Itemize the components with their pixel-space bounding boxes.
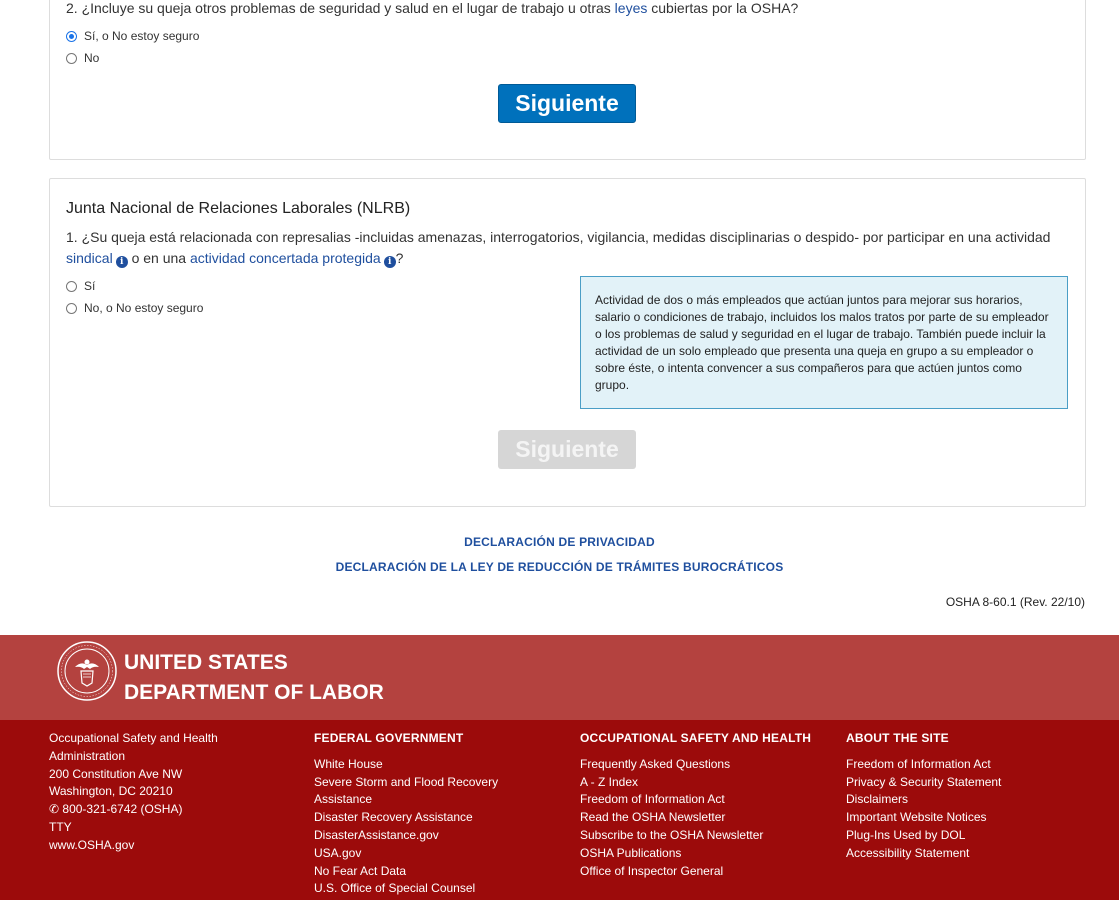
osha-question-card: 2. ¿Incluye su queja otros problemas de … [49,0,1086,160]
info-icon[interactable]: i [115,256,128,268]
footer-tty[interactable]: TTY [49,819,218,837]
footer-link[interactable]: A - Z Index [580,774,811,792]
footer-link[interactable]: No Fear Act Data [314,863,498,881]
radio-option-no[interactable]: No [66,51,99,65]
footer-link[interactable]: Assistance [314,791,498,809]
footer-column-heading: OCCUPATIONAL SAFETY AND HEALTH [580,731,812,745]
footer-link[interactable]: USA.gov [314,845,498,863]
footer-link[interactable]: U.S. Office of Special Counsel [314,880,498,898]
radio-button[interactable] [66,302,77,314]
footer-link[interactable]: Important Website Notices [846,809,1001,827]
footer-column-heading: FEDERAL GOVERNMENT [314,731,464,745]
privacy-statement-link[interactable]: DECLARACIÓN DE PRIVACIDAD [0,535,1119,549]
next-button[interactable]: Siguiente [498,84,636,123]
footer-column-heading: ABOUT THE SITE [846,731,949,745]
laws-link[interactable]: leyes [615,0,648,16]
footer-link[interactable]: Disclaimers [846,791,1001,809]
footer-link[interactable]: Privacy & Security Statement [846,774,1001,792]
footer-link[interactable]: Freedom of Information Act [580,791,811,809]
form-number: OSHA 8-60.1 (Rev. 22/10) [945,595,1085,609]
footer-link[interactable]: DisasterAssistance.gov [314,827,498,845]
protected-concerted-activity-link[interactable]: actividad concertada protegida [190,250,381,266]
footer-phone[interactable]: ✆ 800-321-6742 (OSHA) [49,801,218,819]
site-footer: Occupational Safety and Health Administr… [0,720,1119,900]
footer-link[interactable]: White House [314,756,498,774]
footer-federal-government-column: FEDERAL GOVERNMENT White House Severe St… [314,730,498,898]
nlrb-question-1: 1. ¿Su queja está relacionada con repres… [66,229,1051,268]
footer-link[interactable]: Plug-Ins Used by DOL [846,827,1001,845]
footer-link[interactable]: Freedom of Information Act [846,756,1001,774]
nlrb-question-card: Junta Nacional de Relaciones Laborales (… [49,178,1086,507]
footer-link[interactable]: Severe Storm and Flood Recovery [314,774,498,792]
footer-link[interactable]: OSHA Publications [580,845,811,863]
dol-wordmark[interactable]: UNITED STATES DEPARTMENT OF LABOR [124,648,384,708]
radio-button-checked[interactable] [66,30,77,42]
radio-option-yes[interactable]: Sí [66,279,95,293]
footer-link[interactable]: Accessibility Statement [846,845,1001,863]
radio-button[interactable] [66,52,77,64]
phone-icon: ✆ [49,802,60,817]
definition-tooltip: Actividad de dos o más empleados que act… [580,276,1068,409]
nlrb-section-title: Junta Nacional de Relaciones Laborales (… [66,200,411,217]
radio-option-no-unsure[interactable]: No, o No estoy seguro [66,301,203,315]
footer-link[interactable]: Disaster Recovery Assistance [314,809,498,827]
footer-about-column: ABOUT THE SITE Freedom of Information Ac… [846,730,1001,863]
footer-link[interactable]: Subscribe to the OSHA Newsletter [580,827,811,845]
radio-option-yes-unsure[interactable]: Sí, o No estoy seguro [66,29,199,43]
footer-osha-column: OCCUPATIONAL SAFETY AND HEALTH Frequentl… [580,730,811,880]
osha-question-2: 2. ¿Incluye su queja otros problemas de … [66,0,799,16]
footer-link[interactable]: Office of Inspector General [580,863,811,881]
radio-button[interactable] [66,280,77,292]
footer-link[interactable]: Frequently Asked Questions [580,756,811,774]
footer-brand-band: UNITED STATES DEPARTMENT OF LABOR [0,635,1119,720]
footer-contact-column: Occupational Safety and Health Administr… [49,730,218,855]
next-button-disabled[interactable]: Siguiente [498,430,636,469]
footer-website-link[interactable]: www.OSHA.gov [49,837,218,855]
paperwork-reduction-act-link[interactable]: DECLARACIÓN DE LA LEY DE REDUCCIÓN DE TR… [0,560,1119,574]
info-icon[interactable]: i [383,256,396,268]
footer-link[interactable]: Read the OSHA Newsletter [580,809,811,827]
union-activity-link[interactable]: sindical [66,250,113,266]
dol-seal-icon[interactable] [57,641,117,701]
